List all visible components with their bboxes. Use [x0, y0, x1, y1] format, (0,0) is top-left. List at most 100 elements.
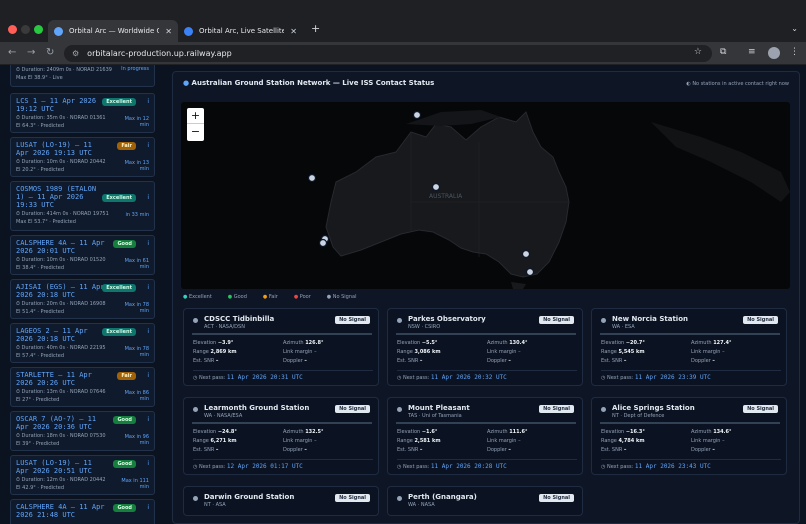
- tab-search-icon[interactable]: ⌄: [791, 24, 798, 33]
- station-card[interactable]: CDSCC Tidbinbilla ACT · NASA/DSN No Signal…: [183, 308, 379, 386]
- station-metrics: Elevation −1.6° Azimuth 111.6° Range 2,581…: [397, 428, 577, 455]
- legend-item-no-signal: ● No Signal: [327, 294, 365, 300]
- status-dot: [193, 318, 198, 323]
- station-map[interactable]: AUSTRALIA + −: [181, 102, 790, 289]
- legend-dot: ●: [227, 294, 234, 300]
- pass-card[interactable]: LCS 1 — 11 Apr 2026 19:12 UTC ⏱ Duration…: [10, 93, 155, 133]
- profile-avatar[interactable]: [768, 47, 780, 59]
- info-icon[interactable]: i: [147, 504, 149, 511]
- pass-title: LUSAT (LO-19) — 11 Apr 2026 20:51 UTC: [16, 459, 92, 475]
- station-marker-parkes[interactable]: [521, 249, 531, 259]
- media-controls-icon[interactable]: ≡: [748, 47, 756, 57]
- station-card[interactable]: New Norcia Station WA · ESA No Signal Eleva…: [591, 308, 787, 386]
- info-icon[interactable]: i: [147, 284, 149, 291]
- tab-orbital-arc-worldwide[interactable]: Orbital Arc — Worldwide Grou ✕: [48, 20, 178, 42]
- station-card[interactable]: Parkes Observatory NSW · CSIRO No Signal El…: [387, 308, 583, 386]
- tab-title: Orbital Arc, Live Satellite Pass: [199, 27, 285, 35]
- status-dot: [601, 318, 606, 323]
- bookmark-star-icon[interactable]: ☆: [694, 47, 702, 57]
- forward-icon[interactable]: →: [27, 47, 35, 58]
- zoom-window-button[interactable]: [34, 25, 43, 34]
- pass-title: STARLETTE — 11 Apr 2026 20:26 UTC: [16, 371, 92, 387]
- back-icon[interactable]: ←: [8, 47, 16, 58]
- station-card[interactable]: Learmonth Ground Station WA · NASA/ESA No …: [183, 397, 379, 475]
- signal-bar: [600, 422, 780, 424]
- azimuth-label: Azimuth: [691, 429, 712, 435]
- pass-card[interactable]: LAGEOS 2 — 11 Apr 2026 20:18 UTC ⏱ Durat…: [10, 323, 155, 363]
- status-dot: [397, 496, 402, 501]
- info-icon[interactable]: i: [147, 98, 149, 105]
- station-operator: NT · Dept of Defence: [612, 413, 665, 419]
- status-dot: [193, 496, 198, 501]
- pass-card[interactable]: CALSPHERE 4A — 11 Apr 2026 21:48 UTC Goo…: [10, 499, 155, 524]
- link-margin-value: –: [518, 438, 521, 444]
- doppler-value: –: [304, 358, 307, 364]
- legend-label: Fair: [268, 294, 278, 300]
- info-icon[interactable]: i: [147, 416, 149, 423]
- station-marker-learmonth[interactable]: [307, 173, 317, 183]
- station-card[interactable]: Darwin Ground Station NT · ASA No Signal: [183, 486, 379, 516]
- info-icon[interactable]: i: [147, 194, 149, 201]
- minimize-window-button[interactable]: [21, 25, 30, 34]
- link-margin-label: Link margin: [691, 349, 721, 355]
- pass-countdown: Max in 111 min: [121, 478, 149, 490]
- address-bar[interactable]: ⚙ orbitalarc-production.up.railway.app ☆: [64, 45, 712, 62]
- range-label: Range: [397, 438, 413, 444]
- station-card[interactable]: Alice Springs Station NT · Dept of Defenc…: [591, 397, 787, 475]
- site-info-icon[interactable]: ⚙: [72, 49, 79, 58]
- pass-card[interactable]: COSMOS 1989 (ETALON 1) — 11 Apr 2026 19:…: [10, 181, 155, 231]
- pass-card[interactable]: CALSPHERE 4A — 11 Apr 2026 20:01 UTC ⏱ D…: [10, 235, 155, 275]
- quality-badge: Fair: [117, 142, 136, 150]
- next-pass-time: 11 Apr 2026 20:32 UTC: [430, 374, 507, 381]
- quality-badge: Good: [113, 460, 136, 468]
- next-pass: ◷ Next pass: 11 Apr 2026 23:43 UTC: [601, 459, 781, 470]
- zoom-out-button[interactable]: −: [187, 124, 204, 140]
- legend-item-excellent: ● Excellent: [183, 294, 220, 300]
- pass-card[interactable]: LUSAT (LO-19) — 11 Apr 2026 19:13 UTC ⏱ …: [10, 137, 155, 177]
- info-icon[interactable]: i: [147, 460, 149, 467]
- legend-label: Good: [233, 294, 247, 300]
- info-icon[interactable]: i: [147, 240, 149, 247]
- pass-title: LAGEOS 2 — 11 Apr 2026 20:18 UTC: [16, 327, 88, 343]
- doppler-value: –: [712, 447, 715, 453]
- station-card[interactable]: Perth (Gnangara) WA · NASA No Signal: [387, 486, 583, 516]
- more-menu-icon[interactable]: ⋮: [790, 47, 799, 57]
- url-text[interactable]: orbitalarc-production.up.railway.app: [87, 49, 232, 58]
- link-margin-label: Link margin: [283, 438, 313, 444]
- zoom-in-button[interactable]: +: [187, 108, 204, 124]
- pass-card[interactable]: LUSAT (LO-19) — 11 Apr 2026 20:51 UTC ⏱ …: [10, 455, 155, 495]
- station-card[interactable]: Mount Pleasant TAS · Uni of Tasmania No Si…: [387, 397, 583, 475]
- tab-orbital-arc-live[interactable]: Orbital Arc, Live Satellite Pass ✕: [178, 20, 303, 42]
- pass-card[interactable]: OSCAR 7 (AO-7) — 11 Apr 2026 20:36 UTC ⏱…: [10, 411, 155, 451]
- station-marker-tidbinbilla[interactable]: [525, 267, 535, 277]
- doppler-label: Doppler: [691, 447, 711, 453]
- new-tab-button[interactable]: +: [311, 22, 320, 35]
- pass-title: CALSPHERE 4A — 11 Apr 2026 21:48 UTC: [16, 503, 105, 519]
- station-name: New Norcia Station: [612, 315, 688, 323]
- next-pass: ◷ Next pass: 12 Apr 2026 01:17 UTC: [193, 459, 373, 470]
- close-tab-icon[interactable]: ✕: [290, 27, 297, 36]
- close-window-button[interactable]: [8, 25, 17, 34]
- info-icon[interactable]: i: [147, 142, 149, 149]
- station-operator: ACT · NASA/DSN: [204, 324, 245, 330]
- azimuth-label: Azimuth: [283, 429, 304, 435]
- info-icon[interactable]: i: [147, 328, 149, 335]
- station-marker-perth[interactable]: [318, 238, 328, 248]
- next-pass-time: 11 Apr 2026 23:39 UTC: [634, 374, 711, 381]
- status-badge: No Signal: [335, 405, 370, 413]
- snr-label: Est. SNR: [601, 447, 623, 453]
- pass-card[interactable]: ⏱ Duration: 2409m 0s · NORAD 21639 Max E…: [10, 65, 155, 87]
- station-name: Learmonth Ground Station: [204, 404, 310, 412]
- pass-card[interactable]: AJISAI (EGS) — 11 Apr 2026 20:18 UTC ⏱ D…: [10, 279, 155, 319]
- extensions-icon[interactable]: ⧉: [720, 47, 726, 57]
- next-pass-time: 11 Apr 2026 23:43 UTC: [634, 463, 711, 470]
- panel-title-text: Australian Ground Station Network — Live…: [191, 79, 435, 87]
- close-tab-icon[interactable]: ✕: [165, 27, 172, 36]
- station-marker-darwin[interactable]: [412, 110, 422, 120]
- reload-icon[interactable]: ↻: [46, 47, 54, 58]
- pass-card[interactable]: STARLETTE — 11 Apr 2026 20:26 UTC ⏱ Dura…: [10, 367, 155, 407]
- next-pass-time: 11 Apr 2026 20:28 UTC: [430, 463, 507, 470]
- info-icon[interactable]: i: [147, 372, 149, 379]
- station-marker-alice-springs[interactable]: [431, 182, 441, 192]
- elevation-label: Elevation: [601, 340, 625, 346]
